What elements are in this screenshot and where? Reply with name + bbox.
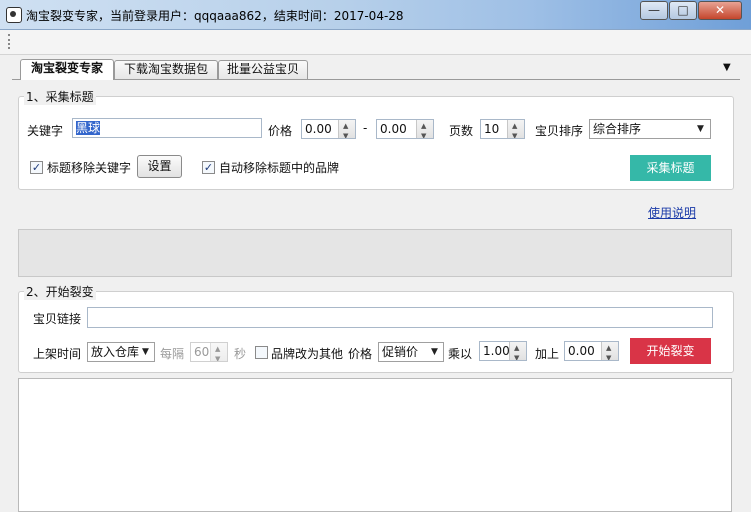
minimize-button[interactable]: — — [640, 1, 668, 20]
sort-select[interactable]: 综合排序 ▼ — [589, 119, 711, 139]
keyword-label: 关键字 — [27, 124, 64, 138]
status-panel — [18, 229, 732, 277]
price-min-value: 0.00 — [305, 122, 332, 136]
collect-title-legend: 1、采集标题 — [24, 88, 96, 105]
close-button[interactable]: ✕ — [698, 1, 742, 20]
item-link-input[interactable] — [87, 307, 713, 328]
pages-value: 10 — [484, 122, 500, 136]
interval-value: 60 — [194, 345, 210, 359]
price-mode-select[interactable]: 促销价 ▼ — [378, 342, 444, 362]
listing-time-select[interactable]: 放入仓库 ▼ — [87, 342, 155, 362]
tab-download-data[interactable]: 下载淘宝数据包 — [114, 60, 218, 79]
remove-brand-label: 自动移除标题中的品牌 — [219, 161, 340, 175]
listing-time-value: 放入仓库 — [91, 345, 140, 359]
tab-fission-expert[interactable]: 淘宝裂变专家 — [20, 59, 114, 80]
keyword-input[interactable]: 黑球 — [72, 118, 262, 138]
collect-title-button[interactable]: 采集标题 — [630, 155, 711, 181]
sort-label: 宝贝排序 — [535, 124, 584, 138]
multiply-input[interactable]: 1.00 — [479, 341, 527, 361]
brand-other-label: 品牌改为其他 — [271, 347, 344, 361]
start-fission-button[interactable]: 开始裂变 — [630, 338, 711, 364]
fission-legend: 2、开始裂变 — [24, 283, 96, 300]
interval-label: 每隔 — [160, 347, 185, 361]
interval-input[interactable]: 60 — [190, 342, 228, 362]
add-label: 加上 — [535, 347, 560, 361]
price-mode-dropdown-icon[interactable]: ▼ — [431, 343, 438, 361]
price-mode-value: 促销价 — [382, 345, 419, 359]
price-min-spinner-icon[interactable] — [338, 120, 355, 138]
log-output-area[interactable] — [18, 378, 732, 512]
price-label: 价格 — [268, 124, 293, 138]
help-link[interactable]: 使用说明 — [648, 204, 696, 221]
settings-button[interactable]: 设置 — [137, 155, 182, 178]
title-bar[interactable]: 淘宝裂变专家，当前登录用户：qqqaaa862，结束时间：2017-04-28 … — [0, 0, 751, 30]
listing-time-label: 上架时间 — [33, 347, 82, 361]
brand-other-checkbox[interactable] — [255, 346, 268, 359]
main-window: 淘宝裂变专家，当前登录用户：qqqaaa862，结束时间：2017-04-28 … — [0, 0, 751, 512]
add-input[interactable]: 0.00 — [564, 341, 619, 361]
price-min-input[interactable]: 0.00 — [301, 119, 356, 139]
add-spinner-icon[interactable] — [601, 342, 618, 360]
price-range-dash: - — [363, 121, 368, 135]
interval-spinner-icon[interactable] — [210, 343, 227, 361]
pages-input[interactable]: 10 — [480, 119, 525, 139]
maximize-button[interactable]: □ — [669, 1, 697, 20]
item-link-label: 宝贝链接 — [33, 312, 82, 326]
listing-time-dropdown-icon[interactable]: ▼ — [142, 343, 149, 361]
tab-batch-charity[interactable]: 批量公益宝贝 — [218, 60, 308, 79]
toolbar — [0, 30, 751, 55]
price-max-value: 0.00 — [380, 122, 407, 136]
app-icon — [6, 7, 22, 23]
sort-value: 综合排序 — [593, 122, 642, 136]
seconds-label: 秒 — [234, 347, 247, 361]
multiply-value: 1.00 — [483, 344, 510, 358]
price-max-spinner-icon[interactable] — [416, 120, 433, 138]
toolbar-grip-icon[interactable] — [8, 34, 12, 49]
remove-brand-checkbox[interactable]: ✓ — [202, 161, 215, 174]
tab-menu-arrow-icon[interactable]: ▼ — [723, 62, 731, 73]
multiply-spinner-icon[interactable] — [509, 342, 526, 360]
pages-spinner-icon[interactable] — [507, 120, 524, 138]
keyword-value: 黑球 — [76, 121, 101, 135]
multiply-label: 乘以 — [448, 347, 473, 361]
fission-price-label: 价格 — [348, 347, 373, 361]
remove-keyword-checkbox[interactable]: ✓ — [30, 161, 43, 174]
pages-label: 页数 — [449, 124, 474, 138]
price-max-input[interactable]: 0.00 — [376, 119, 434, 139]
sort-dropdown-icon[interactable]: ▼ — [697, 120, 704, 138]
add-value: 0.00 — [568, 344, 595, 358]
remove-keyword-label: 标题移除关键字 — [47, 161, 132, 175]
window-title: 淘宝裂变专家，当前登录用户：qqqaaa862，结束时间：2017-04-28 — [26, 9, 404, 23]
tab-divider — [12, 79, 740, 80]
